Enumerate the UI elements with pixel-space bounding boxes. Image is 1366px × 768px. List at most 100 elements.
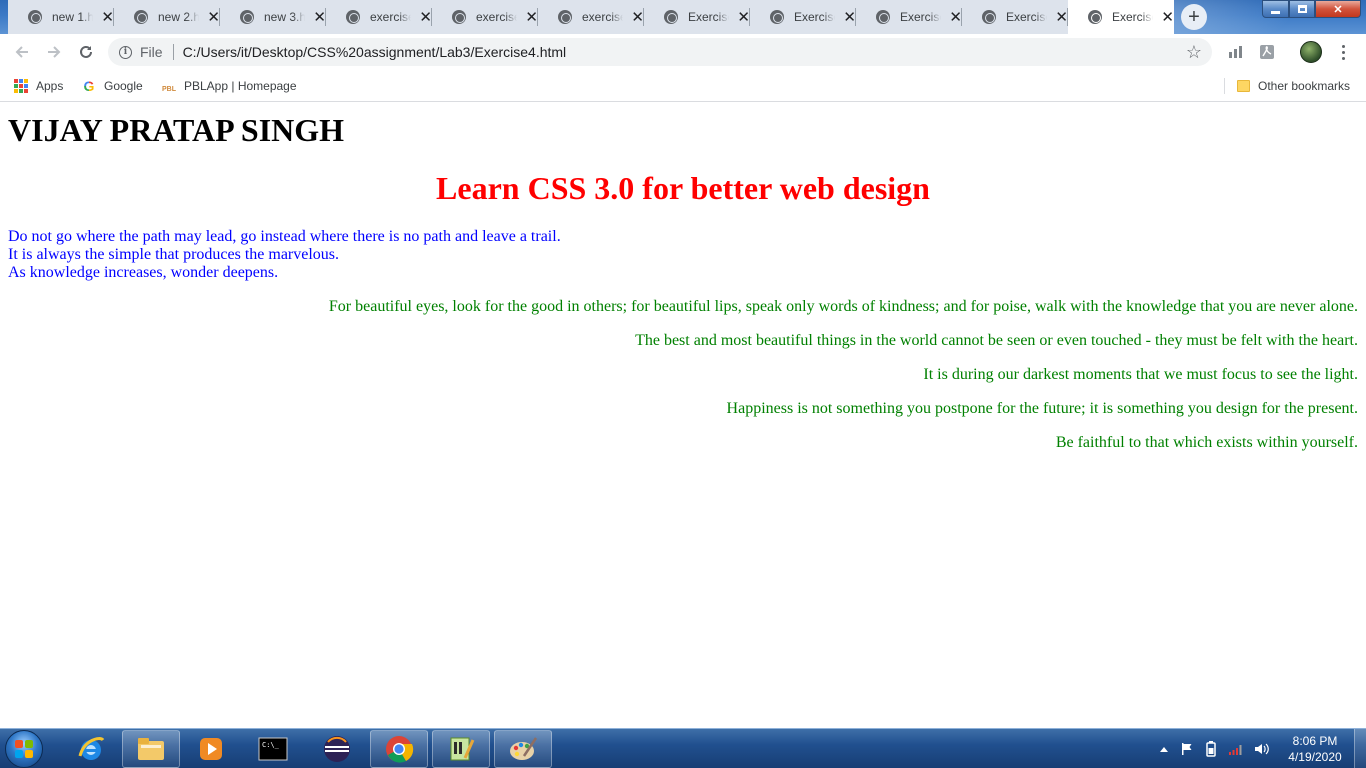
forward-arrow-icon <box>48 46 61 58</box>
close-tab-icon[interactable]: ✕ <box>525 10 538 25</box>
taskbar-command-prompt[interactable]: C:\_ <box>244 730 302 768</box>
bookmark-other[interactable]: Other bookmarks <box>1237 76 1350 96</box>
browser-tab[interactable]: Exercise ✕ <box>644 0 750 34</box>
folder-icon <box>1237 80 1250 92</box>
close-tab-icon[interactable]: ✕ <box>101 10 114 25</box>
taskbar-internet-explorer[interactable] <box>62 730 120 768</box>
bar-chart-icon <box>1229 46 1242 58</box>
eclipse-icon <box>324 736 350 762</box>
maximize-button[interactable] <box>1289 0 1315 18</box>
taskbar-eclipse[interactable] <box>308 730 366 768</box>
address-bar[interactable]: i File C:/Users/it/Desktop/CSS%20assignm… <box>108 38 1212 66</box>
bookmarks-bar: Apps G Google PBL PBLApp | Homepage Othe… <box>0 70 1366 102</box>
globe-icon <box>28 10 42 24</box>
green-quote: For beautiful eyes, look for the good in… <box>328 298 1358 315</box>
start-button[interactable] <box>5 730 43 768</box>
browser-tab[interactable]: Exercise ✕ <box>856 0 962 34</box>
browser-tab[interactable]: exercise ✕ <box>326 0 432 34</box>
blue-quote-line: As knowledge increases, wonder deepens. <box>8 264 279 281</box>
close-window-icon: ✕ <box>1333 3 1343 16</box>
browser-tab[interactable]: new 3.html ✕ <box>220 0 326 34</box>
browser-tab[interactable]: exercise ✕ <box>538 0 644 34</box>
close-tab-icon[interactable]: ✕ <box>1161 10 1174 25</box>
globe-icon <box>240 10 254 24</box>
windows-taskbar: C:\_ 8:06 PM 4/19/2020 <box>0 728 1366 768</box>
system-tray <box>1160 729 1270 768</box>
svg-text:C:\_: C:\_ <box>262 741 280 749</box>
bookmarks-divider <box>1224 78 1225 94</box>
taskbar-file-explorer[interactable] <box>122 730 180 768</box>
bookmark-apps[interactable]: Apps <box>14 76 63 96</box>
tab-title: new 3.html <box>264 10 306 24</box>
globe-icon <box>770 10 784 24</box>
google-icon: G <box>83 78 95 94</box>
site-info-icon[interactable]: i <box>119 45 132 59</box>
bookmark-other-label: Other bookmarks <box>1258 79 1351 93</box>
author-heading: VIJAY PRATAP SINGH <box>8 112 345 148</box>
command-prompt-icon: C:\_ <box>258 737 288 761</box>
extension-pdf-button[interactable] <box>1257 42 1277 62</box>
browser-tab[interactable]: exercise ✕ <box>432 0 538 34</box>
tab-title: Exercise <box>1112 10 1154 24</box>
show-hidden-icons-icon[interactable] <box>1160 746 1168 752</box>
extension-chart-button[interactable] <box>1226 42 1246 62</box>
taskbar-paint[interactable] <box>494 730 552 768</box>
globe-icon <box>452 10 466 24</box>
close-tab-icon[interactable]: ✕ <box>1055 10 1068 25</box>
media-player-icon <box>200 738 222 760</box>
close-tab-icon[interactable]: ✕ <box>207 10 220 25</box>
globe-icon <box>876 10 890 24</box>
taskbar-clock[interactable]: 8:06 PM 4/19/2020 <box>1280 733 1350 765</box>
tab-title: Exercise <box>794 10 836 24</box>
bookmark-google-label: Google <box>104 79 143 93</box>
tab-title: Exercise <box>1006 10 1048 24</box>
reload-icon <box>80 45 92 58</box>
pdf-icon <box>1260 45 1274 59</box>
blue-quote-line: Do not go where the path may lead, go in… <box>8 228 561 245</box>
globe-icon <box>1088 10 1102 24</box>
paint-icon <box>510 737 538 760</box>
tab-title: new 2.html <box>158 10 200 24</box>
profile-avatar[interactable] <box>1300 41 1322 63</box>
reload-button[interactable] <box>74 40 98 64</box>
taskbar-chrome[interactable] <box>370 730 428 768</box>
forward-button[interactable] <box>42 40 66 64</box>
url-text[interactable]: C:/Users/it/Desktop/CSS%20assignment/Lab… <box>183 44 567 60</box>
browser-tab[interactable]: Exercise ✕ <box>1068 0 1174 34</box>
battery-icon[interactable] <box>1206 741 1216 757</box>
close-window-button[interactable]: ✕ <box>1315 0 1361 18</box>
browser-tab[interactable]: new 2.html ✕ <box>114 0 220 34</box>
green-quote: The best and most beautiful things in th… <box>635 332 1358 349</box>
close-tab-icon[interactable]: ✕ <box>631 10 644 25</box>
tab-title: exercise <box>582 10 624 24</box>
bookmark-pblapp-label: PBLApp | Homepage <box>184 79 297 93</box>
globe-icon <box>134 10 148 24</box>
clock-time: 8:06 PM <box>1292 734 1338 748</box>
close-tab-icon[interactable]: ✕ <box>419 10 432 25</box>
close-tab-icon[interactable]: ✕ <box>313 10 326 25</box>
taskbar-notepad-plus-plus[interactable] <box>432 730 490 768</box>
browser-tab[interactable]: Exercise ✕ <box>962 0 1068 34</box>
minimize-button[interactable] <box>1262 0 1289 18</box>
tab-title: new 1.html <box>52 10 94 24</box>
bookmark-pblapp[interactable]: PBL PBLApp | Homepage <box>162 76 297 96</box>
back-button[interactable] <box>10 40 34 64</box>
blue-quote-paragraph: Do not go where the path may lead, go in… <box>8 228 561 282</box>
close-tab-icon[interactable]: ✕ <box>949 10 962 25</box>
show-desktop-button[interactable] <box>1354 729 1366 768</box>
network-signal-icon[interactable] <box>1228 742 1244 756</box>
bookmark-star-icon[interactable]: ☆ <box>1186 41 1202 63</box>
browser-tab[interactable]: new 1.html ✕ <box>8 0 114 34</box>
new-tab-button[interactable]: + <box>1181 4 1207 30</box>
close-tab-icon[interactable]: ✕ <box>737 10 750 25</box>
action-center-flag-icon[interactable] <box>1180 742 1194 756</box>
file-explorer-icon <box>138 738 164 760</box>
volume-icon[interactable] <box>1254 742 1270 756</box>
page-title: Learn CSS 3.0 for better web design <box>436 170 930 206</box>
bookmark-google[interactable]: G Google <box>82 76 143 96</box>
minimize-icon <box>1271 10 1280 14</box>
taskbar-media-player[interactable] <box>182 730 240 768</box>
close-tab-icon[interactable]: ✕ <box>843 10 856 25</box>
chrome-menu-icon[interactable] <box>1335 41 1351 63</box>
browser-tab[interactable]: Exercise ✕ <box>750 0 856 34</box>
